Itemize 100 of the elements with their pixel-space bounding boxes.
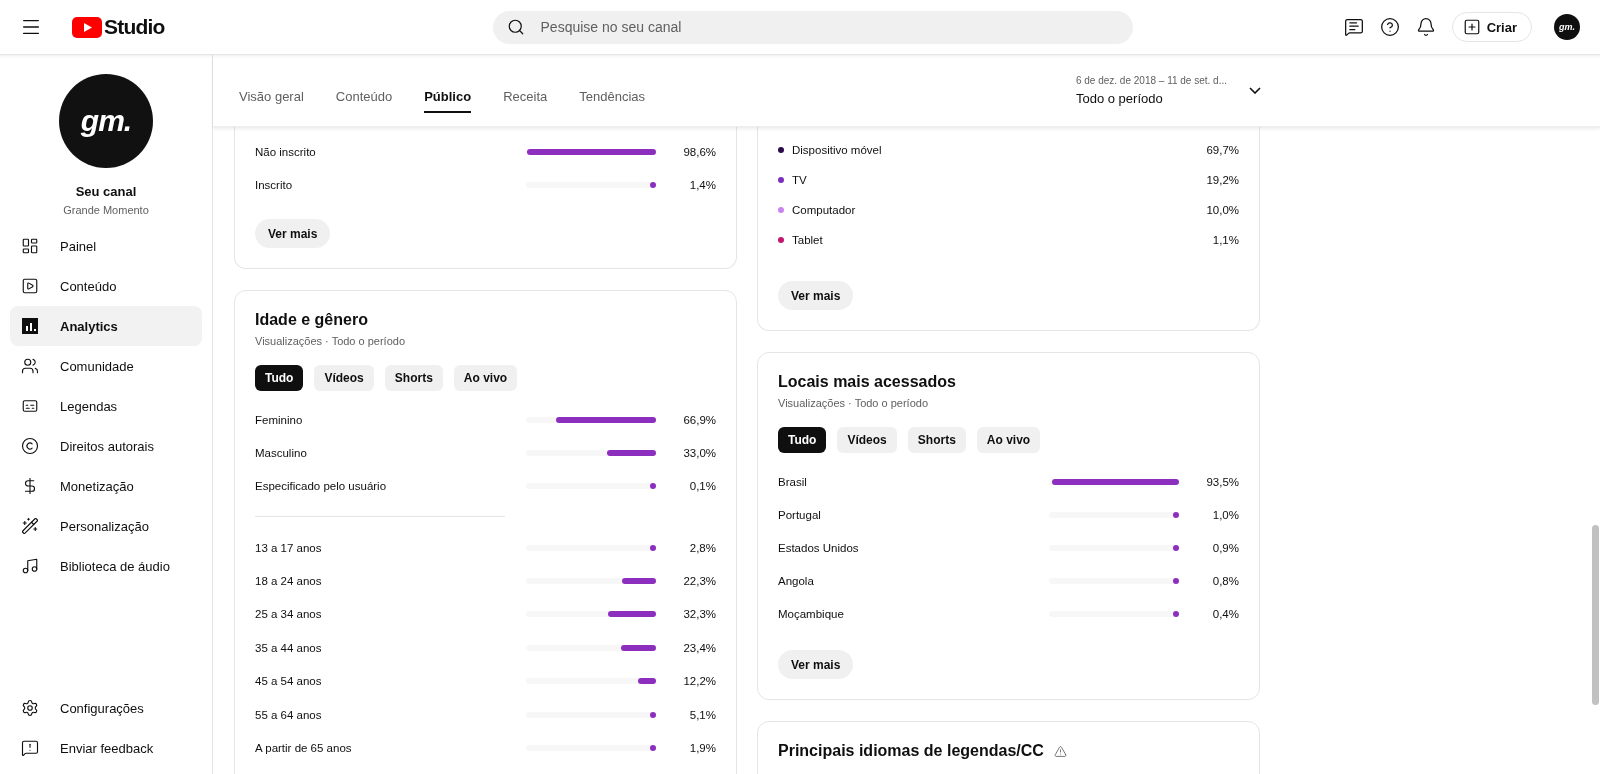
row-label: 55 a 64 anos	[255, 708, 323, 721]
date-range-picker[interactable]: 6 de dez. de 2018 – 11 de set. d... Todo o período	[1075, 55, 1261, 126]
channel-name: Grande Momento	[63, 204, 149, 216]
percentage-value: 2,8%	[688, 541, 716, 554]
row-label: Inscrito	[255, 178, 294, 191]
people-icon	[21, 357, 39, 375]
row-label: Dispositivo móvel	[792, 144, 883, 156]
filter-chip[interactable]: Shorts	[907, 427, 966, 453]
percentage-value: 1,4%	[688, 178, 716, 191]
create-icon	[1462, 18, 1481, 36]
card-title: Locais mais acessados	[778, 373, 957, 391]
percentage-value: 0,1%	[688, 479, 716, 492]
percentage-value: 33,0%	[682, 446, 716, 459]
filter-chip[interactable]: Tudo	[778, 427, 827, 453]
row-label: 45 a 54 anos	[255, 675, 323, 688]
percentage-value: 23,4%	[682, 641, 716, 654]
percentage-value: 0,9%	[1211, 541, 1239, 554]
tab[interactable]: Conteúdo	[335, 81, 393, 113]
nav-item[interactable]: Analytics	[10, 306, 202, 346]
row-label: 35 a 44 anos	[255, 641, 323, 654]
row-label: Portugal	[778, 508, 822, 521]
create-button[interactable]: Criar	[1451, 12, 1532, 42]
see-more-button[interactable]: Ver mais	[778, 281, 854, 310]
nav-item[interactable]: Biblioteca de áudio	[10, 546, 202, 586]
logo-text: Studio	[104, 15, 165, 39]
copyright-icon	[21, 437, 39, 455]
scrollbar-thumb[interactable]	[1592, 525, 1599, 705]
feedback-icon	[21, 739, 39, 757]
filter-chip[interactable]: Shorts	[384, 365, 443, 391]
filter-chip[interactable]: Ao vivo	[453, 365, 518, 391]
row-label: Masculino	[255, 446, 308, 459]
nav-item[interactable]: Personalização	[10, 506, 202, 546]
nav-item[interactable]: Conteúdo	[10, 266, 202, 306]
row-label: Angola	[778, 574, 815, 587]
percentage-value: 0,4%	[1211, 607, 1239, 620]
percentage-value: 69,7%	[1205, 144, 1239, 156]
search-input[interactable]: Pesquise no seu canal	[538, 18, 1119, 36]
bell-icon[interactable]	[1415, 17, 1436, 37]
nav-item[interactable]: Direitos autorais	[10, 426, 202, 466]
channel-title: Seu canal	[75, 184, 137, 199]
row-label: A partir de 65 anos	[255, 742, 353, 755]
percentage-value: 1,9%	[688, 742, 716, 755]
row-label: 18 a 24 anos	[255, 575, 323, 588]
row-label: 13 a 17 anos	[255, 541, 323, 554]
search-icon	[506, 18, 525, 36]
row-label: Tablet	[792, 234, 824, 246]
tab[interactable]: Público	[424, 81, 472, 113]
row-label: Estados Unidos	[778, 541, 860, 554]
row-label: Computador	[792, 204, 857, 216]
row-label: Brasil	[778, 475, 808, 488]
row-label: Feminino	[255, 413, 304, 426]
nav-item[interactable]: Monetização	[10, 466, 202, 506]
captions-icon	[21, 397, 39, 415]
tab[interactable]: Visão geral	[239, 81, 304, 113]
tab[interactable]: Tendências	[579, 81, 645, 113]
magic-wand-icon	[21, 517, 39, 535]
chevron-down-icon	[1249, 87, 1261, 94]
percentage-value: 0,8%	[1211, 574, 1239, 587]
warning-icon	[1053, 744, 1067, 758]
percentage-value: 1,0%	[1211, 508, 1239, 521]
row-label: 25 a 34 anos	[255, 608, 323, 621]
row-label: Moçambique	[778, 607, 845, 620]
card-subtitle: Visualizações · Todo o período	[778, 397, 930, 409]
percentage-value: 66,9%	[682, 413, 716, 426]
percentage-value: 32,3%	[682, 608, 716, 621]
row-label: TV	[792, 174, 808, 186]
nav-item[interactable]: Painel	[10, 226, 202, 266]
message-icon[interactable]	[1343, 17, 1364, 37]
nav-item[interactable]: Configurações	[10, 688, 202, 728]
nav-item[interactable]: Enviar feedback	[10, 728, 202, 768]
help-icon[interactable]	[1379, 17, 1400, 37]
analytics-icon	[22, 318, 38, 334]
card-subtitle: Visualizações · Todo o período	[255, 335, 407, 347]
card-title: Idade e gênero	[255, 311, 369, 329]
settings-icon	[21, 699, 39, 717]
filter-chip[interactable]: Vídeos	[314, 365, 374, 391]
percentage-value: 12,2%	[682, 675, 716, 688]
row-label: Especificado pelo usuário	[255, 479, 388, 492]
row-label: Não inscrito	[255, 145, 317, 158]
nav-item[interactable]: Comunidade	[10, 346, 202, 386]
percentage-value: 10,0%	[1205, 204, 1239, 216]
percentage-value: 19,2%	[1205, 174, 1239, 186]
see-more-button[interactable]: Ver mais	[778, 650, 854, 679]
nav-item[interactable]: Legendas	[10, 386, 202, 426]
logo-icon	[72, 16, 102, 38]
video-icon	[21, 277, 39, 295]
filter-chip[interactable]: Ao vivo	[976, 427, 1041, 453]
percentage-value: 98,6%	[682, 145, 716, 158]
search-field[interactable]: Pesquise no seu canal	[492, 10, 1133, 44]
see-more-button[interactable]: Ver mais	[255, 219, 331, 248]
tab[interactable]: Receita	[503, 81, 548, 113]
percentage-value: 93,5%	[1205, 475, 1239, 488]
card-title: Principais idiomas de legendas/CC	[778, 742, 1044, 760]
music-icon	[21, 557, 39, 575]
account-avatar[interactable]: gm.	[1554, 14, 1580, 40]
filter-chip[interactable]: Vídeos	[837, 427, 897, 453]
channel-avatar[interactable]: gm.	[59, 74, 153, 168]
dashboard-icon	[21, 237, 39, 255]
filter-chip[interactable]: Tudo	[255, 365, 304, 391]
percentage-value: 1,1%	[1211, 234, 1239, 246]
